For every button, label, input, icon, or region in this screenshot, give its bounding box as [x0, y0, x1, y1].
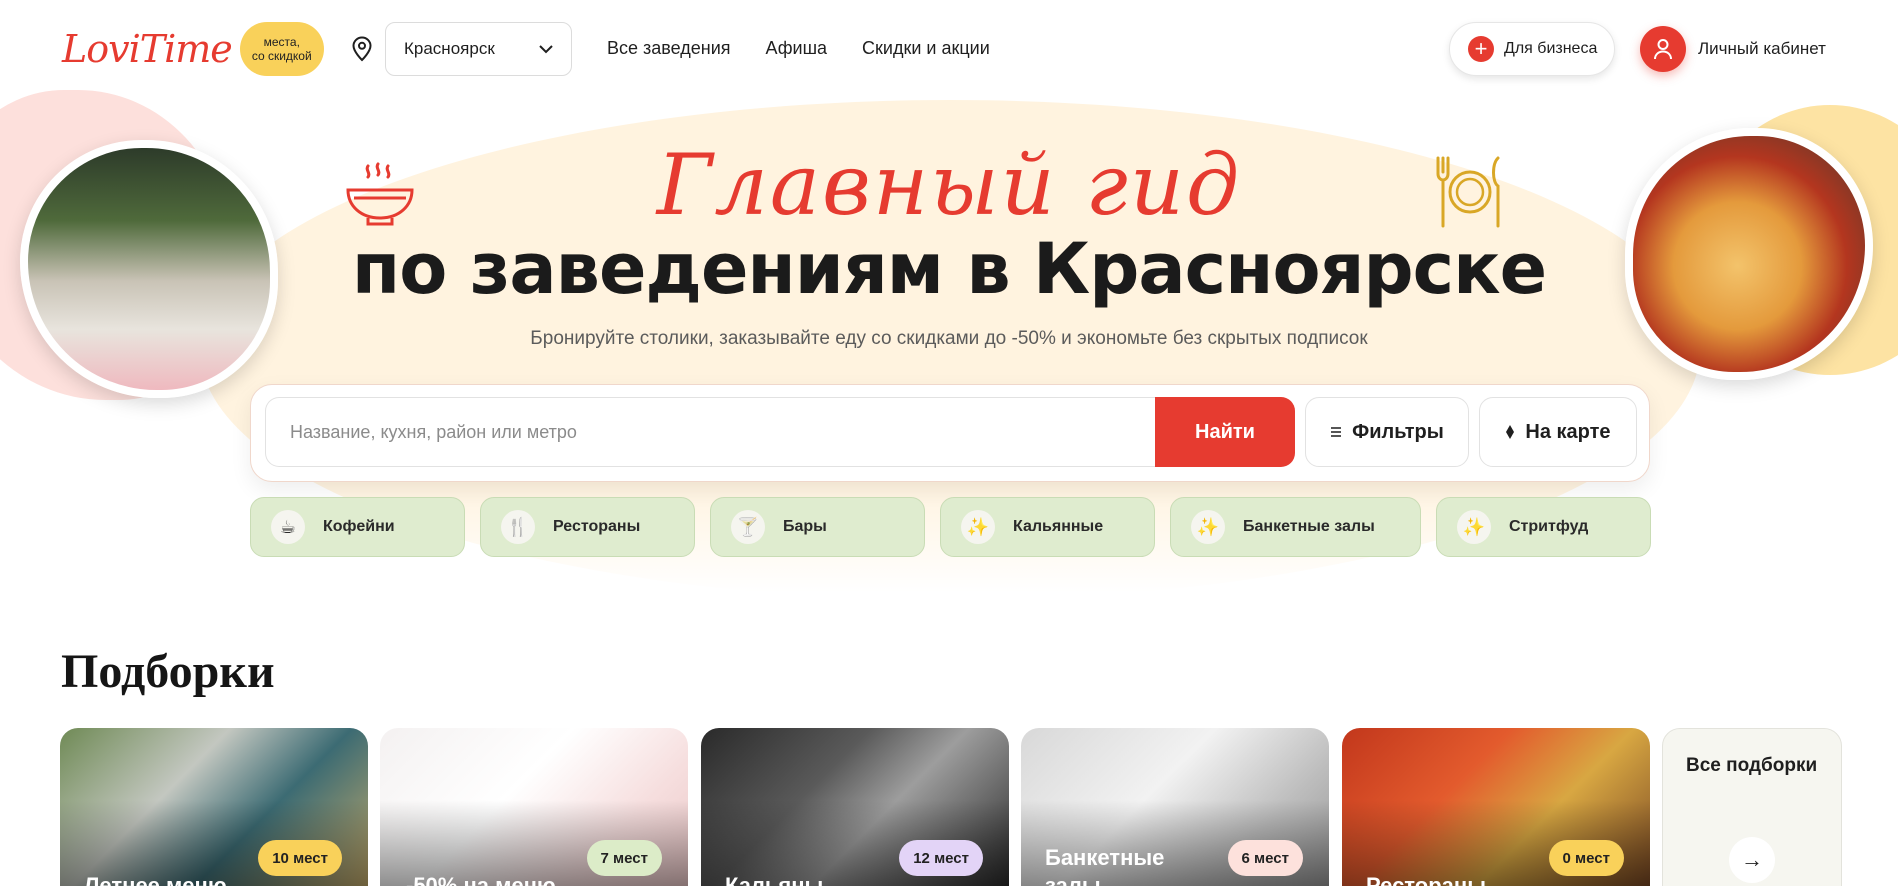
collection-card[interactable]: 0 мест Рестораны: [1342, 728, 1650, 886]
city-select[interactable]: Красноярск: [385, 22, 572, 76]
map-marker-icon: [1506, 425, 1515, 439]
category-banquet[interactable]: ✨ Банкетные залы: [1170, 497, 1421, 557]
site-header: LoviTime места, со скидкой Красноярск Вс…: [0, 0, 1898, 98]
sparkle-icon: ✨: [961, 510, 995, 544]
search-input[interactable]: [265, 397, 1155, 467]
category-label: Бары: [783, 518, 827, 535]
cabinet-label: Личный кабинет: [1698, 39, 1826, 58]
filter-lines-icon: [1331, 427, 1342, 437]
collection-count-badge: 10 мест: [258, 840, 342, 876]
collections-title: Подборки: [61, 645, 275, 698]
category-bars[interactable]: 🍸 Бары: [710, 497, 925, 557]
nav-discounts[interactable]: Скидки и акции: [862, 38, 990, 59]
collection-card-label: -50% на меню: [406, 873, 556, 886]
logo-text: LoviTime: [62, 27, 233, 71]
collection-count-badge: 7 мест: [586, 840, 662, 876]
category-restaurants[interactable]: 🍴 Рестораны: [480, 497, 695, 557]
hero-title: по заведениям в Красноярске: [351, 228, 1547, 310]
nav-afisha[interactable]: Афиша: [766, 38, 828, 59]
collection-card-label: Кальяны: [725, 873, 824, 886]
business-button[interactable]: + Для бизнеса: [1449, 22, 1615, 76]
collection-card-label: Рестораны: [1366, 873, 1486, 886]
all-collections-label: Все подборки: [1686, 755, 1818, 776]
all-collections-card[interactable]: Все подборки →: [1662, 728, 1842, 886]
filters-button-label: Фильтры: [1352, 420, 1444, 443]
category-coffee[interactable]: ☕ Кофейни: [250, 497, 465, 557]
category-hookah[interactable]: ✨ Кальянные: [940, 497, 1155, 557]
collection-card[interactable]: 6 мест Банкетные залы: [1021, 728, 1329, 886]
collection-count-badge: 0 мест: [1548, 840, 1624, 876]
logo-badge-line2: со скидкой: [251, 49, 312, 63]
category-label: Кальянные: [1013, 518, 1104, 535]
sparkle-icon: ✨: [1457, 510, 1491, 544]
collection-card[interactable]: 7 мест -50% на меню: [380, 728, 688, 886]
fork-knife-icon: 🍴: [501, 510, 535, 544]
user-icon: [1640, 26, 1686, 72]
map-button[interactable]: На карте: [1479, 397, 1637, 467]
main-nav: Все заведения Афиша Скидки и акции: [607, 38, 990, 59]
collection-card[interactable]: 10 мест Летнее меню: [60, 728, 368, 886]
logo[interactable]: LoviTime места, со скидкой: [62, 22, 324, 76]
category-label: Банкетные залы: [1243, 518, 1375, 535]
category-label: Рестораны: [553, 518, 641, 535]
coffee-cup-icon: ☕: [271, 510, 305, 544]
hero-title-accent: Главный гид: [656, 136, 1242, 234]
city-select-value: Красноярск: [404, 39, 495, 58]
logo-badge: места, со скидкой: [239, 22, 324, 76]
cabinet-link[interactable]: Личный кабинет: [1640, 26, 1826, 72]
collection-card-label: Летнее меню: [84, 873, 227, 886]
category-label: Кофейни: [323, 518, 395, 535]
business-button-label: Для бизнеса: [1504, 40, 1598, 57]
search-button[interactable]: Найти: [1155, 397, 1295, 467]
logo-badge-line1: места,: [263, 35, 300, 49]
plus-icon: +: [1468, 36, 1494, 62]
cocktail-icon: 🍸: [731, 510, 765, 544]
search-panel: Найти Фильтры На карте: [250, 384, 1650, 482]
location-pin-icon: [352, 36, 372, 62]
collection-card-label: Банкетные залы: [1045, 845, 1165, 886]
hero-subtitle: Бронируйте столики, заказывайте еду со с…: [530, 328, 1368, 349]
chevron-down-icon: [539, 44, 553, 53]
collection-count-badge: 12 мест: [899, 840, 983, 876]
collection-card[interactable]: 12 мест Кальяны: [701, 728, 1009, 886]
map-button-label: На карте: [1525, 420, 1611, 443]
sparkle-icon: ✨: [1191, 510, 1225, 544]
collection-count-badge: 6 мест: [1227, 840, 1303, 876]
category-streetfood[interactable]: ✨ Стритфуд: [1436, 497, 1651, 557]
filters-button[interactable]: Фильтры: [1305, 397, 1469, 467]
nav-all-places[interactable]: Все заведения: [607, 38, 731, 59]
arrow-right-icon[interactable]: →: [1729, 837, 1775, 883]
category-label: Стритфуд: [1509, 518, 1589, 535]
